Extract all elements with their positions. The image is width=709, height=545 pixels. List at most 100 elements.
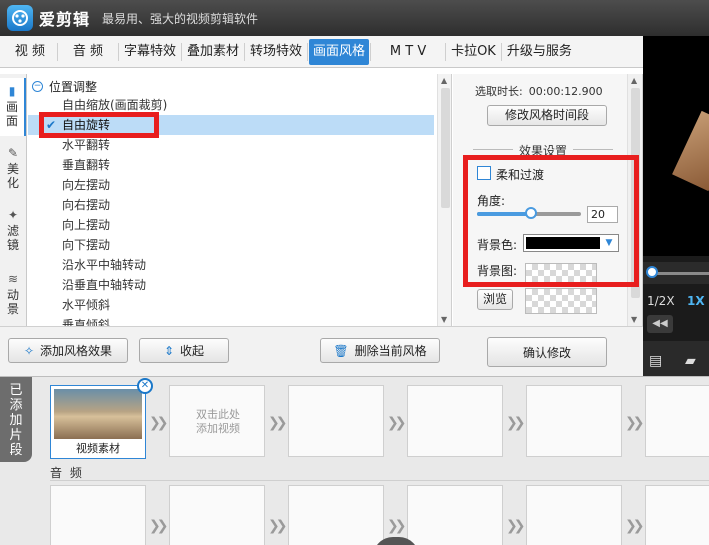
new-file-icon[interactable]: ▤ (649, 353, 662, 369)
speed-half-button[interactable]: 1/2X (647, 294, 675, 308)
preview-screen (643, 36, 709, 256)
sparkle-icon: ✦ (7, 208, 19, 222)
list-item[interactable]: 向下摆动 (28, 235, 434, 255)
delete-current-style-button[interactable]: 🗑 删除当前风格 (320, 338, 440, 363)
list-item[interactable]: 沿水平中轴转动 (28, 255, 434, 275)
side-tab-label: 画面 (5, 100, 18, 128)
wave-icon: ≋ (7, 272, 19, 286)
empty-audio-slot[interactable] (645, 485, 709, 545)
scroll-down-icon[interactable]: ▼ (631, 315, 637, 324)
bg-image-thumbnail (525, 288, 597, 314)
style-list-scrollbar[interactable]: ▲ ▼ (437, 74, 451, 326)
add-style-effect-button[interactable]: ✧ 添加风格效果 (8, 338, 128, 363)
empty-audio-slot[interactable] (169, 485, 265, 545)
arrow-icon: ❯❯ (387, 518, 407, 534)
tab-picture-style[interactable]: 画面风格 (309, 38, 370, 65)
list-item[interactable]: 向上摆动 (28, 215, 434, 235)
arrow-icon: ❯❯ (506, 415, 526, 431)
list-item[interactable]: 垂直倾斜 (28, 315, 434, 326)
browse-button[interactable]: 浏览 (477, 289, 513, 310)
seek-bar[interactable] (643, 262, 709, 284)
empty-clip-slot[interactable] (645, 385, 709, 457)
tab-transition-effects[interactable]: 转场特效 (246, 39, 306, 65)
tab-divider (445, 42, 447, 61)
clip-timeline: 已 添 加 片 段 视频素材 ✕ ❯❯ 双击此处 添加视频 ❯❯ ❯❯ ❯❯ ❯… (0, 376, 709, 545)
selected-duration: 选取时长: 00:00:12.900 (475, 83, 603, 99)
style-category-tabs: ▮ 画面 ✎ 美化 ✦ 滤镜 ≋ 动景 (0, 74, 27, 326)
video-thumbnail (54, 389, 142, 439)
empty-clip-slot[interactable] (526, 385, 622, 457)
duration-label: 选取时长: (475, 85, 523, 98)
list-item[interactable]: 水平翻转 (28, 135, 434, 155)
tab-video[interactable]: 视 频 (4, 39, 56, 65)
added-clips-label: 已 添 加 片 段 (0, 377, 32, 462)
modify-style-time-button[interactable]: 修改风格时间段 (487, 105, 607, 126)
tab-divider (307, 42, 309, 61)
added-clips-char: 段 (9, 443, 23, 458)
add-video-hint-line: 添加视频 (196, 422, 240, 435)
added-clips-char: 加 (9, 413, 23, 428)
side-tab-beautify[interactable]: ✎ 美化 (0, 142, 26, 200)
tab-subtitle-effects[interactable]: 字幕特效 (120, 39, 180, 65)
trash-icon: 🗑 (333, 343, 349, 358)
style-group-label: 位置调整 (49, 79, 98, 94)
add-video-hint-line: 双击此处 (196, 408, 240, 421)
collapse-label: 收起 (180, 344, 205, 358)
confirm-modify-button[interactable]: 确认修改 (487, 337, 607, 367)
collapse-button[interactable]: ⇕ 收起 (139, 338, 229, 363)
added-clips-char: 添 (9, 398, 23, 413)
video-clip[interactable]: 视频素材 ✕ (50, 378, 153, 459)
close-icon[interactable]: ✕ (137, 378, 153, 394)
main-tab-bar: 视 频 音 频 字幕特效 叠加素材 转场特效 画面风格 M T V 卡拉OK 升… (0, 36, 643, 68)
style-group-header[interactable]: − 位置调整 (32, 78, 97, 94)
style-action-bar: ✧ 添加风格效果 ⇕ 收起 🗑 删除当前风格 确认修改 (0, 326, 643, 376)
side-tab-motion-scene[interactable]: ≋ 动景 (0, 268, 26, 326)
side-tab-label: 滤镜 (6, 224, 19, 252)
audio-track-label: 音 频 (50, 466, 84, 480)
list-item[interactable]: 沿垂直中轴转动 (28, 275, 434, 295)
rewind-icon[interactable]: ◀◀ (647, 315, 673, 333)
add-style-effect-label: 添加风格效果 (40, 344, 113, 358)
seek-handle[interactable] (646, 266, 658, 278)
empty-audio-slot[interactable] (288, 485, 384, 545)
empty-clip-slot[interactable] (407, 385, 503, 457)
collapse-icon[interactable]: − (32, 80, 43, 92)
list-item[interactable]: 垂直翻转 (28, 155, 434, 175)
tab-divider (57, 42, 58, 61)
side-tab-filter[interactable]: ✦ 滤镜 (0, 204, 26, 262)
tab-overlay-materials[interactable]: 叠加素材 (183, 39, 243, 65)
add-video-hint: 双击此处 添加视频 (170, 408, 266, 436)
speed-normal-button[interactable]: 1X (687, 294, 705, 308)
scroll-down-icon[interactable]: ▼ (441, 315, 447, 324)
arrow-icon: ❯❯ (387, 415, 407, 431)
list-item[interactable]: 水平倾斜 (28, 295, 434, 315)
side-tab-picture[interactable]: ▮ 画面 (0, 78, 26, 136)
open-folder-icon[interactable]: ▰ (685, 353, 696, 369)
tab-mtv[interactable]: M T V (372, 39, 444, 65)
arrow-icon: ❯❯ (506, 518, 526, 534)
scroll-up-icon[interactable]: ▲ (631, 76, 637, 85)
tab-upgrade-service[interactable]: 升级与服务 (503, 39, 576, 65)
add-video-slot[interactable]: 双击此处 添加视频 (169, 385, 265, 457)
empty-audio-slot[interactable] (407, 485, 503, 545)
tab-divider (244, 42, 246, 61)
empty-clip-slot[interactable] (288, 385, 384, 457)
list-item[interactable]: 向左摆动 (28, 175, 434, 195)
collapse-arrows-icon: ⇕ (163, 343, 175, 358)
scroll-up-icon[interactable]: ▲ (441, 76, 447, 85)
list-item[interactable]: 向右摆动 (28, 195, 434, 215)
app-slogan: 最易用、强大的视频剪辑软件 (102, 11, 259, 26)
magic-wand-icon: ✎ (7, 146, 19, 160)
scroll-thumb[interactable] (441, 88, 450, 208)
audio-divider (50, 480, 709, 481)
duration-value: 00:00:12.900 (528, 85, 603, 98)
empty-audio-slot[interactable] (50, 485, 146, 545)
arrow-icon: ❯❯ (268, 518, 288, 534)
magic-wand-icon: ✧ (23, 343, 35, 358)
picture-icon: ▮ (8, 84, 16, 98)
empty-audio-slot[interactable] (526, 485, 622, 545)
tab-karaoke[interactable]: 卡拉OK (447, 39, 500, 65)
tab-divider (370, 42, 372, 61)
tab-audio[interactable]: 音 频 (59, 39, 117, 65)
video-preview: 1/2X 1X ◀◀ ▤ ▰ (643, 36, 709, 376)
